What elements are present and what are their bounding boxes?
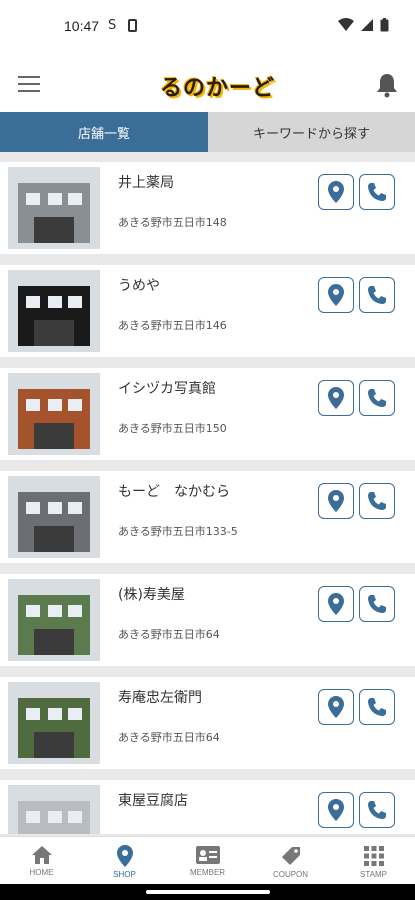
phone-button[interactable] [359,689,395,725]
app-logo: るのかーど [160,76,276,101]
tab-shop-list[interactable]: 店舗一覧 [0,112,208,152]
shop-name: 東屋豆腐店 [118,793,188,809]
nav-stamp[interactable]: STAMP [332,837,415,884]
map-button[interactable] [318,483,354,519]
home-icon [31,846,52,864]
shop-row[interactable]: 寿庵忠左衛門あきる野市五日市64 [0,677,415,769]
sim-icon [128,19,137,32]
map-pin-icon [328,181,344,203]
map-button[interactable] [318,792,354,828]
shop-name: 井上薬局 [118,175,174,191]
bottom-nav: HOME SHOP MEMBER COUPON STAMP [0,836,415,884]
phone-button[interactable] [359,586,395,622]
divider [0,152,415,162]
shop-address: あきる野市五日市64 [118,731,220,744]
shop-row[interactable]: もーど なかむら あきる野市五日市133-5 [0,471,415,563]
map-pin-icon [328,387,344,409]
shop-name: もーど なかむら [118,484,230,500]
nav-home[interactable]: HOME [0,837,83,884]
nav-coupon[interactable]: COUPON [249,837,332,884]
phone-button[interactable] [359,277,395,313]
map-pin-icon [328,490,344,512]
system-nav-bar [0,884,415,900]
nav-label: COUPON [272,870,309,879]
map-pin-icon [328,284,344,306]
shop-row[interactable]: 井上薬局あきる野市五日市148 [0,162,415,254]
phone-icon [368,286,386,304]
phone-icon [368,801,386,819]
shop-row[interactable]: 東屋豆腐店 [0,780,415,834]
shop-name: 寿庵忠左衛門 [118,690,202,706]
phone-icon [368,389,386,407]
nav-member[interactable]: MEMBER [166,837,249,884]
status-time: 10:47 [64,18,100,34]
shop-row[interactable]: イシヅカ写真館 あきる野市五日市150 [0,368,415,460]
home-handle[interactable] [146,890,270,894]
phone-icon [368,595,386,613]
tab-bar: 店舗一覧 キーワードから探す [0,112,415,152]
shop-thumbnail [0,576,108,664]
phone-button[interactable] [359,792,395,828]
map-button[interactable] [318,174,354,210]
shop-list[interactable]: 井上薬局 あきる野市五日市148 うめや あきる野市五日市146 イシヅカ写真館 あきる野… [0,162,415,834]
shop-thumbnail [0,267,108,355]
battery-icon [380,18,389,32]
phone-button[interactable] [359,483,395,519]
map-pin-icon [328,593,344,615]
shop-address: あきる野市五日市146 [118,319,227,332]
signal-icon [361,19,373,31]
shop-thumbnail [0,370,108,458]
shop-address: あきる野市五日市150 [118,422,227,435]
shop-row[interactable]: (株)寿美屋あきる野市五日市64 [0,574,415,666]
phone-button[interactable] [359,174,395,210]
nav-label: STAMP [360,870,387,879]
shop-name: (株)寿美屋 [118,587,185,603]
app-header: るのかーど [0,56,415,112]
phone-button[interactable] [359,380,395,416]
map-button[interactable] [318,689,354,725]
nav-shop[interactable]: SHOP [83,837,166,884]
nav-label: SHOP [113,870,136,879]
stamp-grid-icon [363,846,384,866]
map-pin-icon [328,799,344,821]
phone-icon [368,698,386,716]
nav-label: MEMBER [189,868,226,877]
map-pin-icon [328,696,344,718]
shop-name: うめや [118,278,160,294]
phone-icon [368,183,386,201]
tab-keyword-search[interactable]: キーワードから探す [208,112,415,152]
map-button[interactable] [318,277,354,313]
shop-row[interactable]: うめやあきる野市五日市146 [0,265,415,357]
shop-address: あきる野市五日市64 [118,628,220,641]
member-card-icon [195,846,220,864]
hamburger-icon[interactable] [18,76,40,92]
shop-address: あきる野市五日市133-5 [118,525,238,538]
wifi-icon [338,18,354,31]
status-bar: 10:47 S [0,0,415,56]
shop-thumbnail [0,164,108,252]
coupon-icon [281,847,300,865]
status-icons [338,18,389,32]
shop-thumbnail [0,473,108,561]
shop-thumbnail [0,679,108,767]
shop-address: あきる野市五日市148 [118,216,227,229]
bell-icon[interactable] [375,72,399,98]
shop-name: イシヅカ写真館 [118,381,216,397]
map-button[interactable] [318,586,354,622]
map-button[interactable] [318,380,354,416]
phone-icon [368,492,386,510]
s-app-icon: S [108,18,117,33]
map-pin-icon [116,845,133,867]
nav-label: HOME [29,868,54,877]
shop-thumbnail [0,782,108,834]
